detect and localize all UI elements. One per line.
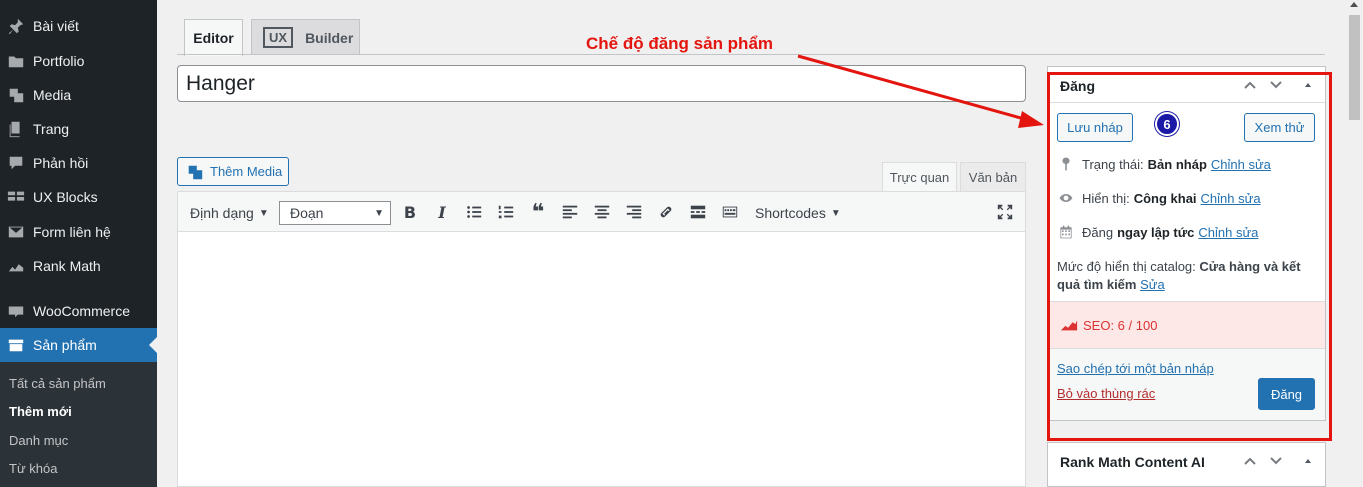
format-label: Định dạng — [190, 205, 254, 221]
tab-editor[interactable]: Editor — [184, 19, 243, 56]
sidebar-item-label: Sản phẩm — [33, 337, 97, 353]
paragraph-select[interactable]: Đoạn ▼ — [279, 201, 391, 225]
sidebar-item-contact-form[interactable]: Form liên hệ — [0, 215, 157, 249]
sidebar-item-posts[interactable]: Bài viết — [0, 9, 157, 43]
tab-builder-label: Builder — [305, 29, 354, 46]
chevron-up-icon[interactable] — [1242, 453, 1258, 469]
caret-down-icon: ▼ — [830, 207, 841, 219]
format-dropdown[interactable]: Định dạng ▼ — [190, 201, 269, 225]
archive-icon — [6, 335, 26, 355]
shortcodes-dropdown[interactable]: Shortcodes ▼ — [755, 201, 841, 225]
paragraph-label: Đoạn — [290, 205, 324, 221]
chevron-down-icon[interactable] — [1268, 453, 1284, 469]
tab-ux-builder[interactable]: UX Builder — [251, 19, 360, 55]
annotation-highlight-frame — [1047, 72, 1332, 441]
content-editor[interactable] — [177, 232, 1026, 487]
tab-text[interactable]: Văn bản — [960, 162, 1026, 192]
scrollbar-thumb[interactable] — [1349, 15, 1360, 120]
sidebar-item-label: Rank Math — [33, 258, 101, 274]
folder-icon — [6, 51, 26, 71]
scroll-up-icon[interactable] — [1350, 2, 1358, 7]
annotation-label: Chế độ đăng sản phẩm — [586, 34, 774, 53]
media-icon — [188, 165, 203, 179]
link-icon[interactable] — [656, 202, 676, 222]
add-media-label: Thêm Media — [210, 164, 283, 179]
bullet-list-icon[interactable] — [464, 202, 484, 222]
submenu-categories[interactable]: Danh mục — [9, 433, 68, 448]
sidebar-item-label: Phản hồi — [33, 155, 89, 171]
mail-icon — [6, 222, 26, 242]
toggle-triangle-icon[interactable] — [1300, 453, 1316, 469]
sidebar-item-media[interactable]: Media — [0, 78, 157, 112]
italic-icon[interactable]: I — [432, 202, 452, 222]
submenu-add-new[interactable]: Thêm mới — [9, 404, 72, 419]
sidebar-item-comments[interactable]: Phản hồi — [0, 146, 157, 180]
align-left-icon[interactable] — [560, 202, 580, 222]
sidebar-item-label: UX Blocks — [33, 189, 98, 205]
ux-logo: UX — [263, 27, 294, 48]
align-right-icon[interactable] — [624, 202, 644, 222]
add-media-button[interactable]: Thêm Media — [177, 157, 289, 186]
comment-icon — [6, 153, 26, 173]
media-icon — [6, 85, 26, 105]
sidebar-item-products[interactable]: Sản phẩm — [0, 328, 157, 362]
woo-icon — [6, 301, 26, 321]
sidebar-item-rank-math[interactable]: Rank Math — [0, 249, 157, 283]
sidebar-item-label: Form liên hệ — [33, 224, 111, 240]
chart-icon — [6, 256, 26, 276]
toolbar-toggle-icon[interactable] — [720, 202, 740, 222]
sidebar-item-label: Portfolio — [33, 53, 85, 69]
tab-divider — [177, 54, 1325, 55]
submenu-all-products[interactable]: Tất cả sản phẩm — [9, 376, 106, 391]
blocks-icon — [6, 187, 26, 207]
numbered-list-icon[interactable] — [496, 202, 516, 222]
read-more-icon[interactable] — [688, 202, 708, 222]
caret-down-icon: ▼ — [258, 207, 269, 219]
product-title-input[interactable]: Hanger — [177, 65, 1026, 102]
align-center-icon[interactable] — [592, 202, 612, 222]
pin-icon — [6, 16, 26, 36]
products-submenu: Tất cả sản phẩm Thêm mới Danh mục Từ khó… — [0, 362, 157, 487]
sidebar-item-woocommerce[interactable]: WooCommerce — [0, 294, 157, 328]
page-icon — [6, 119, 26, 139]
shortcodes-label: Shortcodes — [755, 205, 826, 221]
sidebar-item-label: Media — [33, 87, 72, 103]
sidebar-item-label: Trang — [33, 121, 70, 137]
sidebar-item-label: WooCommerce — [33, 303, 130, 319]
caret-down-icon: ▼ — [374, 207, 384, 219]
sidebar-item-pages[interactable]: Trang — [0, 112, 157, 146]
fullscreen-icon[interactable] — [995, 202, 1015, 222]
sidebar-item-portfolio[interactable]: Portfolio — [0, 44, 157, 78]
admin-sidebar: Bài viết Portfolio Media Trang Phản hồi … — [0, 0, 157, 487]
rank-math-box-title: Rank Math Content AI — [1060, 454, 1205, 470]
sidebar-item-label: Bài viết — [33, 18, 79, 34]
editor-toolbar: Định dạng ▼ Đoạn ▼ B I ❝ Shortcodes ▼ — [177, 191, 1026, 232]
rank-math-content-ai-box: Rank Math Content AI — [1047, 442, 1326, 487]
sidebar-item-ux-blocks[interactable]: UX Blocks — [0, 180, 157, 214]
bold-icon[interactable]: B — [400, 202, 420, 222]
quote-icon[interactable]: ❝ — [528, 199, 548, 224]
submenu-tags[interactable]: Từ khóa — [9, 461, 57, 476]
tab-visual[interactable]: Trực quan — [882, 162, 957, 192]
